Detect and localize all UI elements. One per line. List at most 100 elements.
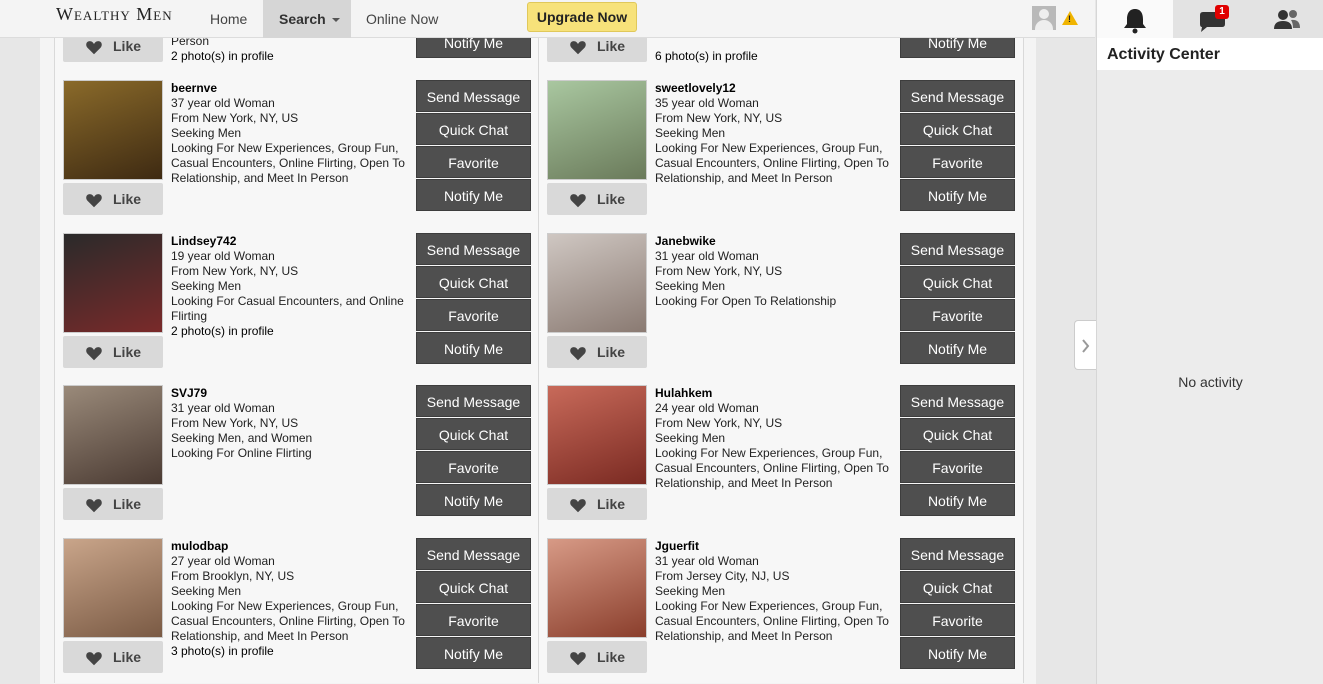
nav-home[interactable]: Home xyxy=(194,0,263,38)
nav-search[interactable]: Search xyxy=(263,0,351,38)
notify-me-button[interactable]: Notify Me xyxy=(416,38,531,58)
profile-username[interactable]: Jguerfit xyxy=(655,539,895,554)
profile-age: 31 year old Woman xyxy=(655,249,759,263)
like-button[interactable]: Like xyxy=(63,641,163,673)
user-avatar-icon[interactable] xyxy=(1032,6,1056,30)
like-button[interactable]: Like xyxy=(547,38,647,62)
profile-info: Lindsey742 19 year old Woman From New York… xyxy=(171,234,411,339)
upgrade-button[interactable]: Upgrade Now xyxy=(527,2,637,32)
favorite-button[interactable]: Favorite xyxy=(900,146,1015,178)
profile-row: Like SVJ79 31 year old Woman From New York,… xyxy=(54,377,1024,530)
profile-photo[interactable] xyxy=(547,233,647,333)
profile-photo[interactable] xyxy=(63,233,163,333)
quick-chat-button[interactable]: Quick Chat xyxy=(900,266,1015,298)
profile-username[interactable]: SVJ79 xyxy=(171,386,411,401)
profile-photo[interactable] xyxy=(63,385,163,485)
sidebar-tabs: 1 xyxy=(1097,0,1323,38)
messages-badge: 1 xyxy=(1215,5,1229,19)
send-message-button[interactable]: Send Message xyxy=(900,80,1015,112)
favorite-button[interactable]: Favorite xyxy=(416,146,531,178)
notify-me-button[interactable]: Notify Me xyxy=(900,179,1015,211)
notify-me-button[interactable]: Notify Me xyxy=(416,332,531,364)
send-message-button[interactable]: Send Message xyxy=(416,538,531,570)
nav-online-now[interactable]: Online Now xyxy=(350,0,454,38)
like-button[interactable]: Like xyxy=(63,488,163,520)
like-label: Like xyxy=(597,344,626,360)
send-message-button[interactable]: Send Message xyxy=(900,233,1015,265)
profile-photo[interactable] xyxy=(547,538,647,638)
notify-me-button[interactable]: Notify Me xyxy=(416,484,531,516)
like-button[interactable]: Like xyxy=(547,336,647,368)
profile-username[interactable]: sweetlovely12 xyxy=(655,81,895,96)
profile-age: 27 year old Woman xyxy=(171,554,275,568)
favorite-button[interactable]: Favorite xyxy=(416,604,531,636)
quick-chat-button[interactable]: Quick Chat xyxy=(416,266,531,298)
send-message-button[interactable]: Send Message xyxy=(416,80,531,112)
send-message-button[interactable]: Send Message xyxy=(416,233,531,265)
send-message-button[interactable]: Send Message xyxy=(900,385,1015,417)
profile-photo-count[interactable]: 6 photo(s) in profile xyxy=(655,49,895,64)
profile-card: Like mulodbap 27 year old Woman From Brookl… xyxy=(54,530,539,683)
quick-chat-button[interactable]: Quick Chat xyxy=(900,418,1015,450)
profile-photo-count[interactable]: 2 photo(s) in profile xyxy=(171,324,411,339)
notify-me-button[interactable]: Notify Me xyxy=(416,637,531,669)
profile-username[interactable]: mulodbap xyxy=(171,539,411,554)
notify-me-button[interactable]: Notify Me xyxy=(900,332,1015,364)
send-message-button[interactable]: Send Message xyxy=(900,538,1015,570)
profile-looking-for: Looking For New Experiences, Group Fun, … xyxy=(655,446,889,490)
profile-photo-count[interactable]: 3 photo(s) in profile xyxy=(171,644,411,659)
profile-photo[interactable] xyxy=(63,80,163,180)
favorite-button[interactable]: Favorite xyxy=(900,299,1015,331)
quick-chat-button[interactable]: Quick Chat xyxy=(416,418,531,450)
quick-chat-button[interactable]: Quick Chat xyxy=(900,113,1015,145)
notify-me-button[interactable]: Notify Me xyxy=(416,179,531,211)
profile-seeking: Seeking Men xyxy=(171,584,242,598)
like-button[interactable]: Like xyxy=(63,336,163,368)
profile-photo-count[interactable]: 2 photo(s) in profile xyxy=(171,49,411,64)
like-button[interactable]: Like xyxy=(547,183,647,215)
favorite-button[interactable]: Favorite xyxy=(416,299,531,331)
profile-photo[interactable] xyxy=(547,80,647,180)
warning-icon[interactable]: ! xyxy=(1062,11,1078,25)
tab-messages[interactable]: 1 xyxy=(1173,0,1249,38)
like-button[interactable]: Like xyxy=(63,38,163,62)
like-label: Like xyxy=(597,496,626,512)
profile-seeking: Seeking Men xyxy=(655,431,726,445)
like-button[interactable]: Like xyxy=(63,183,163,215)
like-label: Like xyxy=(597,191,626,207)
profile-photo[interactable] xyxy=(63,538,163,638)
quick-chat-button[interactable]: Quick Chat xyxy=(416,571,531,603)
notify-me-button[interactable]: Notify Me xyxy=(900,38,1015,58)
site-logo[interactable]: Wealthy Men xyxy=(56,4,173,25)
profile-actions: Send MessageQuick ChatFavoriteNotify Me xyxy=(416,80,531,212)
profile-location: From New York, NY, US xyxy=(171,416,299,430)
profile-username[interactable]: Lindsey742 xyxy=(171,234,411,249)
tab-notifications[interactable] xyxy=(1097,0,1173,38)
notify-me-button[interactable]: Notify Me xyxy=(900,637,1015,669)
favorite-button[interactable]: Favorite xyxy=(900,451,1015,483)
like-label: Like xyxy=(597,38,626,54)
profile-photo[interactable] xyxy=(547,385,647,485)
profile-username[interactable]: Hulahkem xyxy=(655,386,895,401)
send-message-button[interactable]: Send Message xyxy=(416,385,531,417)
profile-username[interactable]: beernve xyxy=(171,81,411,96)
favorite-button[interactable]: Favorite xyxy=(900,604,1015,636)
heart-icon xyxy=(570,347,586,361)
quick-chat-button[interactable]: Quick Chat xyxy=(900,571,1015,603)
heart-icon xyxy=(86,194,102,208)
profile-username[interactable]: Janebwike xyxy=(655,234,895,249)
profile-info: Jguerfit 31 year old Woman From Jersey Cit… xyxy=(655,539,895,644)
profile-looking-for: Looking For New Experiences, Group Fun, … xyxy=(171,599,405,643)
collapse-sidebar-button[interactable] xyxy=(1074,320,1096,370)
like-button[interactable]: Like xyxy=(547,641,647,673)
profile-actions: Send MessageQuick ChatFavoriteNotify Me xyxy=(900,233,1015,365)
profile-actions: Send MessageQuick ChatFavoriteNotify Me xyxy=(416,385,531,517)
profile-grid: LikePerson2 photo(s) in profileSend Mess… xyxy=(54,38,1024,684)
like-button[interactable]: Like xyxy=(547,488,647,520)
favorite-button[interactable]: Favorite xyxy=(416,451,531,483)
quick-chat-button[interactable]: Quick Chat xyxy=(416,113,531,145)
profile-location: From New York, NY, US xyxy=(655,264,783,278)
tab-friends[interactable] xyxy=(1249,0,1323,38)
notify-me-button[interactable]: Notify Me xyxy=(900,484,1015,516)
profile-location: From Jersey City, NJ, US xyxy=(655,569,790,583)
